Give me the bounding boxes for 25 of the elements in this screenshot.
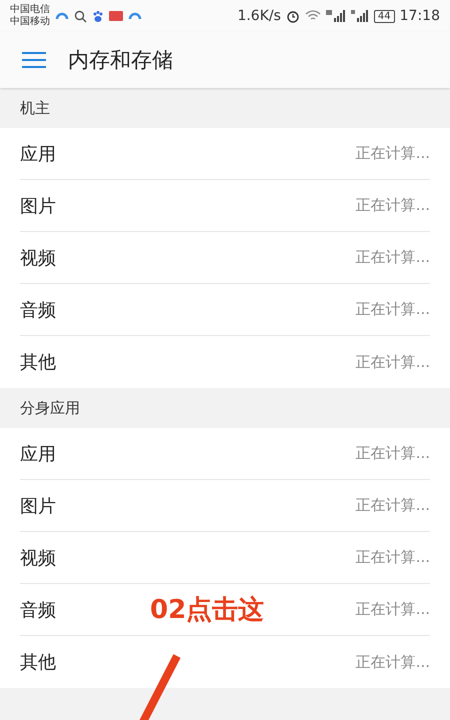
storage-item[interactable]: 应用 正在计算... xyxy=(20,128,430,180)
section-header: 分身应用 xyxy=(20,398,80,418)
alarm-icon xyxy=(286,9,300,23)
network-speed: 1.6K/s xyxy=(237,8,281,24)
clock-time: 17:18 xyxy=(400,8,440,24)
search-icon xyxy=(74,10,87,22)
storage-item[interactable]: 图片 正在计算... xyxy=(20,480,430,532)
battery-level: 44 xyxy=(374,10,395,22)
menu-icon[interactable] xyxy=(22,51,46,69)
signal-icon xyxy=(350,10,369,22)
storage-item[interactable]: 视频 正在计算... xyxy=(20,232,430,284)
wifi-icon xyxy=(304,10,321,22)
storage-item[interactable]: 其他 正在计算... xyxy=(20,336,430,388)
section-header: 机主 xyxy=(20,98,50,118)
storage-item[interactable]: 其他 正在计算... xyxy=(20,636,430,688)
storage-item[interactable]: 视频 正在计算... xyxy=(20,532,430,584)
signal-icon xyxy=(326,10,346,22)
screen-title: 内存和存储 xyxy=(68,47,173,74)
storage-item[interactable]: 音频 正在计算... xyxy=(20,284,430,336)
annotation-text: 02点击这 xyxy=(150,594,264,627)
carrier-name: 中国电信 xyxy=(10,4,50,16)
storage-item[interactable]: 应用 正在计算... xyxy=(20,428,430,480)
carrier-name: 中国移动 xyxy=(10,16,50,28)
storage-item[interactable]: 图片 正在计算... xyxy=(20,180,430,232)
paw-icon xyxy=(92,10,104,22)
